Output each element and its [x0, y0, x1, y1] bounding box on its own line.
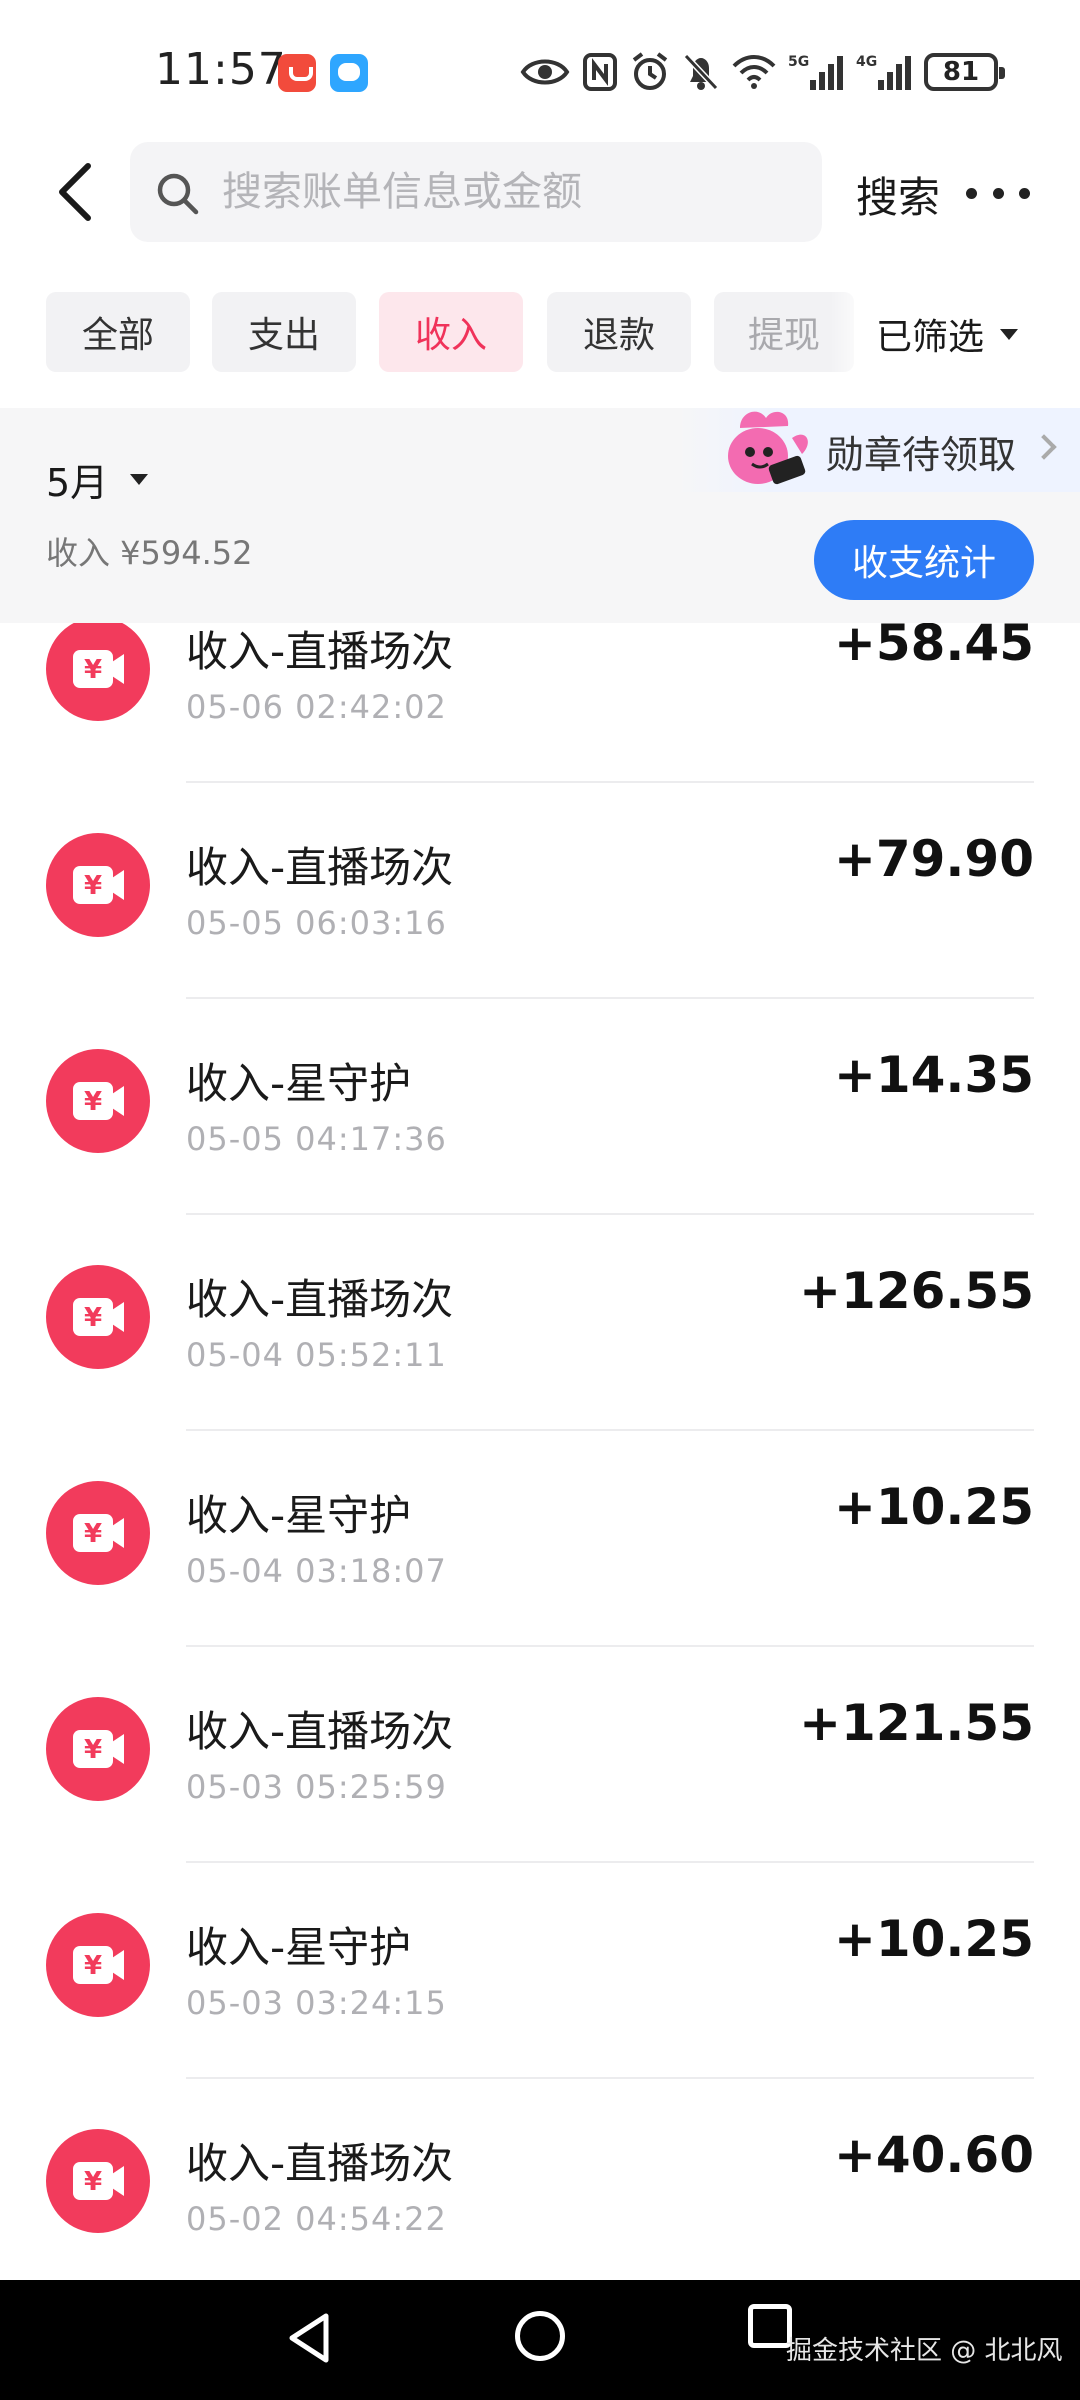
transaction-time: 05-05 06:03:16	[186, 904, 447, 942]
transaction-title: 收入-直播场次	[186, 843, 454, 892]
transaction-row[interactable]: ¥ 收入-星守护 05-05 04:17:36 +14.35	[0, 998, 1080, 1215]
eye-icon	[520, 59, 570, 85]
dot	[966, 187, 977, 199]
transaction-time: 05-04 03:18:07	[186, 1552, 447, 1590]
month-selector[interactable]: 5月	[46, 452, 149, 507]
month-label: 5月	[46, 461, 109, 505]
transaction-title: 收入-直播场次	[186, 2139, 454, 2188]
search-input[interactable]	[222, 142, 802, 242]
live-income-icon: ¥	[46, 1049, 150, 1153]
chip-fade-overlay	[830, 292, 870, 372]
transaction-title: 收入-直播场次	[186, 1707, 454, 1756]
live-income-icon: ¥	[46, 1481, 150, 1585]
transaction-row[interactable]: ¥ 收入-直播场次 05-04 05:52:11 +126.55	[0, 1214, 1080, 1431]
app-notification-icon	[278, 54, 316, 92]
watermark: 掘金技术社区 @ 北北风	[786, 2336, 1063, 2366]
transaction-title: 收入-星守护	[186, 1923, 412, 1972]
transaction-time: 05-03 03:24:15	[186, 1984, 447, 2022]
svg-text:¥: ¥	[84, 871, 102, 901]
badge-text[interactable]: 勋章待领取	[826, 424, 1016, 479]
transaction-row[interactable]: ¥ 收入-星守护 05-04 03:18:07 +10.25	[0, 1430, 1080, 1647]
live-income-icon: ¥	[46, 2129, 150, 2233]
svg-text:¥: ¥	[84, 1087, 102, 1117]
svg-text:¥: ¥	[84, 2167, 102, 2197]
wifi-icon	[732, 55, 776, 89]
transaction-list: ¥ 收入-直播场次 05-06 02:42:02 +58.45 ¥ 收入-直播场次 05-0…	[0, 623, 1080, 2280]
transaction-row[interactable]: ¥ 收入-直播场次 05-03 05:25:59 +121.55	[0, 1646, 1080, 1863]
transaction-title: 收入-直播场次	[186, 1275, 454, 1324]
filtered-label: 已筛选	[876, 317, 985, 358]
transaction-amount: +79.90	[833, 830, 1034, 888]
svg-text:5G: 5G	[788, 54, 809, 70]
live-income-icon: ¥	[46, 623, 150, 721]
transaction-row[interactable]: ¥ 收入-直播场次 05-05 06:03:16 +79.90	[0, 782, 1080, 999]
transaction-title: 收入-直播场次	[186, 627, 454, 676]
transaction-amount: +10.25	[833, 1910, 1034, 1968]
battery-indicator: 81	[924, 53, 1005, 91]
transaction-time: 05-04 05:52:11	[186, 1336, 447, 1374]
transaction-time: 05-05 04:17:36	[186, 1120, 447, 1158]
transaction-time: 05-03 05:25:59	[186, 1768, 447, 1806]
message-notification-icon	[330, 54, 368, 92]
live-income-icon: ¥	[46, 1265, 150, 1369]
caret-down-icon	[1000, 328, 1019, 340]
navigation-bar: 掘金技术社区 @ 北北风	[0, 2280, 1080, 2400]
month-summary: 5月 收入 ¥594.52 勋章待领取 收支统计	[0, 408, 1080, 623]
transaction-amount: +40.60	[833, 2126, 1034, 2184]
svg-text:¥: ¥	[84, 655, 102, 685]
transaction-title: 收入-星守护	[186, 1491, 412, 1540]
nav-home-icon[interactable]	[515, 2311, 565, 2361]
transaction-time: 05-02 04:54:22	[186, 2200, 447, 2238]
transaction-row[interactable]: ¥ 收入-直播场次 05-06 02:42:02 +58.45	[0, 623, 1080, 783]
filter-chip-all[interactable]: 全部	[46, 292, 190, 372]
dot	[1019, 187, 1030, 199]
dot	[992, 187, 1004, 199]
system-icons: 5G 4G 81	[520, 50, 1005, 94]
live-income-icon: ¥	[46, 1913, 150, 2017]
transaction-title: 收入-星守护	[186, 1059, 412, 1108]
search-header: 搜索	[0, 140, 1080, 245]
svg-text:¥: ¥	[84, 1519, 102, 1549]
income-total: 收入 ¥594.52	[46, 534, 253, 572]
transaction-amount: +14.35	[833, 1046, 1034, 1104]
search-box[interactable]	[130, 142, 822, 242]
transaction-time: 05-06 02:42:02	[186, 688, 447, 726]
caret-down-icon	[130, 474, 149, 485]
transaction-row[interactable]: ¥ 收入-直播场次 05-02 04:54:22 +40.60	[0, 2078, 1080, 2280]
more-options-icon[interactable]	[966, 178, 1030, 208]
svg-text:¥: ¥	[84, 1303, 102, 1333]
mute-bell-icon	[683, 53, 719, 91]
filter-chip-expense[interactable]: 支出	[212, 292, 356, 372]
live-income-icon: ¥	[46, 1697, 150, 1801]
alarm-icon	[632, 52, 668, 90]
filter-tabs: 全部 支出 收入 退款 提现 已筛选	[0, 292, 1080, 372]
signal-5g-icon: 5G	[788, 54, 843, 90]
status-bar: 11:57 5G 4G 81	[0, 0, 1080, 140]
live-income-icon: ¥	[46, 833, 150, 937]
svg-text:¥: ¥	[84, 1735, 102, 1765]
back-arrow-icon[interactable]	[48, 160, 108, 225]
filtered-dropdown[interactable]: 已筛选	[876, 308, 1019, 360]
signal-4g-icon: 4G	[856, 54, 911, 90]
svg-text:¥: ¥	[84, 1951, 102, 1981]
search-button[interactable]: 搜索	[856, 164, 940, 225]
transaction-row[interactable]: ¥ 收入-星守护 05-03 03:24:15 +10.25	[0, 1862, 1080, 2079]
transaction-amount: +126.55	[799, 1262, 1034, 1320]
mascot-icon	[728, 411, 808, 485]
svg-text:4G: 4G	[856, 54, 877, 70]
transaction-amount: +10.25	[833, 1478, 1034, 1536]
filter-chip-income[interactable]: 收入	[379, 292, 523, 372]
transaction-amount: +58.45	[833, 623, 1034, 672]
nfc-icon	[583, 53, 617, 91]
nav-back-icon[interactable]	[282, 2310, 338, 2366]
filter-chip-refund[interactable]: 退款	[547, 292, 691, 372]
transaction-amount: +121.55	[799, 1694, 1034, 1752]
search-icon	[157, 173, 199, 215]
stats-button[interactable]: 收支统计	[814, 520, 1034, 600]
clock: 11:57	[155, 44, 287, 95]
